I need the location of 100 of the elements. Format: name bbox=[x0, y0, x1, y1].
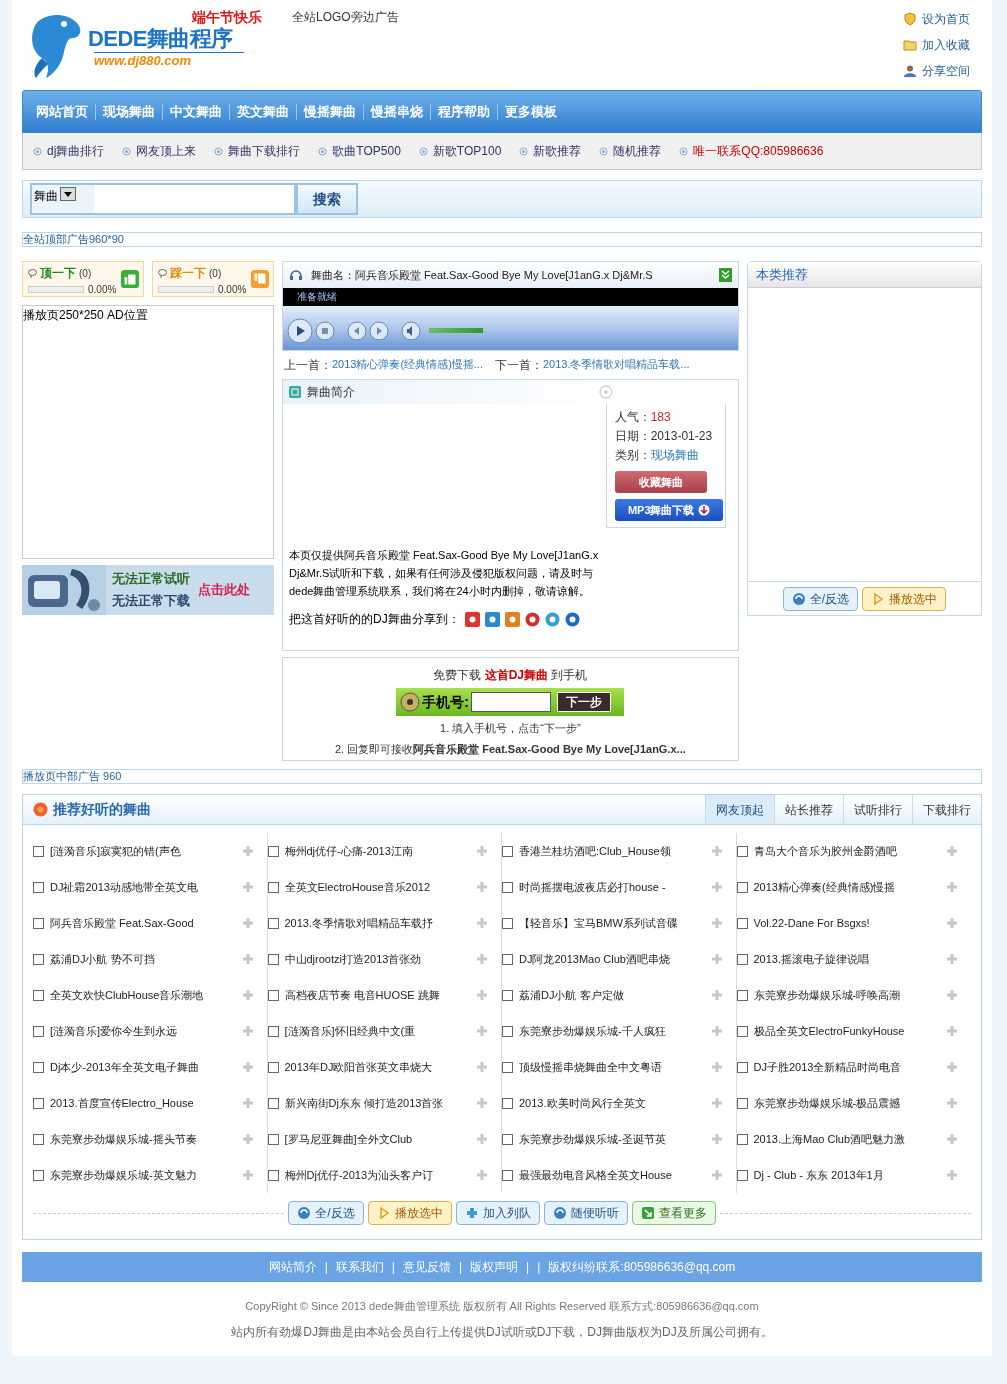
share-icon[interactable] bbox=[544, 611, 560, 627]
checkbox[interactable] bbox=[33, 1061, 44, 1073]
song-link[interactable]: 顶级慢摇串烧舞曲全中文粤语 bbox=[519, 1058, 662, 1076]
share-icon[interactable] bbox=[464, 611, 480, 627]
checkbox[interactable] bbox=[502, 881, 513, 893]
checkbox[interactable] bbox=[33, 881, 44, 893]
category-select[interactable]: 舞曲 bbox=[32, 185, 94, 213]
song-link[interactable]: 全英文欢快ClubHouse音乐潮地 bbox=[50, 986, 204, 1004]
checkbox[interactable] bbox=[502, 1169, 513, 1181]
song-link[interactable]: 新兴南街Dj东东 倾打造2013首张 bbox=[284, 1094, 444, 1112]
song-link[interactable]: 【轻音乐】宝马BMW系列试音碟 bbox=[519, 914, 678, 932]
song-link[interactable]: 阿兵音乐殿堂 Feat.Sax-Good bbox=[50, 914, 194, 932]
checkbox[interactable] bbox=[736, 1061, 748, 1073]
song-link[interactable]: 2013年DJ欧阳首张英文串烧大 bbox=[284, 1058, 433, 1076]
sub-nav-link[interactable]: 舞曲下载排行 bbox=[214, 142, 301, 160]
song-link[interactable]: 香港兰桂坊酒吧:Club_House领 bbox=[519, 842, 671, 860]
checkbox[interactable] bbox=[267, 1025, 279, 1037]
checkbox[interactable] bbox=[736, 1169, 748, 1181]
checkbox[interactable] bbox=[33, 845, 44, 857]
vote-panel[interactable]: 踩一下 (0) 0.00% bbox=[152, 261, 274, 297]
checkbox[interactable] bbox=[33, 917, 44, 929]
share-icon[interactable] bbox=[564, 611, 580, 627]
volume-button-icon[interactable] bbox=[401, 321, 421, 341]
song-link[interactable]: 2013.首度宣传Electro_House bbox=[50, 1094, 194, 1112]
action-button[interactable]: 查看更多 bbox=[631, 1201, 716, 1225]
checkbox[interactable] bbox=[736, 953, 748, 965]
song-link[interactable]: Vol.22-Dane For Bsgxs! bbox=[753, 914, 870, 932]
checkbox[interactable] bbox=[33, 1097, 44, 1109]
sub-nav-link[interactable]: dj舞曲排行 bbox=[33, 142, 105, 160]
song-link[interactable]: 中山djrootzi打造2013首张劲 bbox=[284, 950, 422, 968]
search-field[interactable]: 舞曲 bbox=[30, 183, 296, 215]
checkbox[interactable] bbox=[502, 953, 513, 965]
phone-input[interactable] bbox=[471, 692, 551, 712]
checkbox[interactable] bbox=[502, 845, 513, 857]
action-button[interactable]: 全/反选 bbox=[782, 586, 858, 611]
checkbox[interactable] bbox=[267, 1169, 279, 1181]
song-link[interactable]: 东莞寮步劲爆娱乐城-千人疯狂 bbox=[519, 1022, 666, 1040]
checkbox[interactable] bbox=[267, 989, 279, 1001]
song-link[interactable]: 2013.欧美时尚风行全英文 bbox=[519, 1094, 646, 1112]
song-link[interactable]: 高档夜店节奏 电音HUOSE 跳舞 bbox=[284, 986, 440, 1004]
action-button[interactable]: 播放选中 bbox=[367, 1201, 452, 1225]
header-link[interactable]: 加入收藏 bbox=[903, 36, 970, 54]
next-step-button[interactable]: 下一步 bbox=[557, 692, 611, 712]
share-icon[interactable] bbox=[504, 611, 520, 627]
checkbox[interactable] bbox=[33, 1025, 44, 1037]
checkbox[interactable] bbox=[33, 953, 44, 965]
checkbox[interactable] bbox=[502, 1133, 513, 1145]
song-link[interactable]: 2013.上海Mao Club酒吧魅力激 bbox=[753, 1130, 906, 1148]
action-button[interactable]: 全/反选 bbox=[288, 1201, 364, 1225]
song-link[interactable]: 东莞寮步劲爆娱乐城-摇头节奏 bbox=[50, 1130, 197, 1148]
checkbox[interactable] bbox=[736, 1133, 748, 1145]
next-button-icon[interactable] bbox=[369, 321, 389, 341]
checkbox[interactable] bbox=[736, 1097, 748, 1109]
song-link[interactable]: 2013.摇滚电子旋律说唱 bbox=[753, 950, 870, 968]
checkbox[interactable] bbox=[33, 1133, 44, 1145]
song-link[interactable]: 2013.冬季情歌对唱精品车载... bbox=[542, 356, 690, 374]
song-link[interactable]: 2013精心弹奏(经典情感)慢摇... bbox=[332, 356, 483, 374]
share-icon[interactable] bbox=[524, 611, 540, 627]
sub-nav-link[interactable]: 歌曲TOP500 bbox=[318, 142, 401, 160]
sub-nav-link[interactable]: 随机推荐 bbox=[599, 142, 662, 160]
song-link[interactable]: [涟漪音乐]寂寞犯的错(声色 bbox=[50, 842, 181, 860]
checkbox[interactable] bbox=[267, 917, 279, 929]
song-link[interactable]: 东莞寮步劲爆娱乐城-圣诞节英 bbox=[519, 1130, 666, 1148]
sub-nav-link[interactable]: 新歌推荐 bbox=[519, 142, 582, 160]
checkbox[interactable] bbox=[33, 1169, 44, 1181]
song-link[interactable]: [罗马尼亚舞曲]全外文Club bbox=[284, 1130, 413, 1148]
song-link[interactable]: DJ子胜2013全新精品时尚电音 bbox=[753, 1058, 902, 1076]
play-button-icon[interactable] bbox=[287, 318, 313, 344]
tab[interactable]: 站长推荐 bbox=[774, 795, 843, 824]
action-button[interactable]: 加入列队 bbox=[455, 1201, 540, 1225]
song-link[interactable]: Dj本少-2013年全英文电子舞曲 bbox=[50, 1058, 199, 1076]
song-link[interactable]: 东莞寮步劲爆娱乐城-极品震撼 bbox=[753, 1094, 901, 1112]
vote-panel[interactable]: 顶一下 (0) 0.00% bbox=[22, 261, 144, 297]
info-value[interactable]: 现场舞曲 bbox=[650, 446, 699, 465]
checkbox[interactable] bbox=[502, 1061, 513, 1073]
checkbox[interactable] bbox=[736, 881, 748, 893]
song-link[interactable]: 最强最劲电音风格全英文House bbox=[519, 1166, 672, 1184]
song-link[interactable]: Dj - Club - 东东 2013年1月 bbox=[753, 1166, 884, 1184]
favorite-button[interactable]: 收藏舞曲 bbox=[614, 471, 707, 493]
song-link[interactable]: 时尚摇摆电波夜店必打house - bbox=[519, 878, 666, 896]
checkbox[interactable] bbox=[736, 1025, 748, 1037]
song-link[interactable]: 东莞寮步劲爆娱乐城-英文魅力 bbox=[50, 1166, 197, 1184]
checkbox[interactable] bbox=[267, 881, 279, 893]
song-link[interactable]: 荔浦DJ小航 势不可挡 bbox=[50, 950, 155, 968]
tab[interactable]: 网友顶起 bbox=[705, 795, 774, 824]
song-link[interactable]: 荔浦DJ小航 客户定做 bbox=[519, 986, 624, 1004]
header-link[interactable]: 设为首页 bbox=[903, 10, 970, 28]
search-button[interactable]: 搜索 bbox=[296, 183, 358, 215]
checkbox[interactable] bbox=[267, 1133, 279, 1145]
header-link[interactable]: 分享空间 bbox=[903, 62, 970, 80]
sub-nav-link[interactable]: 网友顶上来 bbox=[122, 142, 197, 160]
song-link[interactable]: 东莞寮步劲爆娱乐城-呼唤高潮 bbox=[753, 986, 901, 1004]
tab[interactable]: 下载排行 bbox=[912, 795, 981, 824]
song-link[interactable]: DJ阿龙2013Mao Club酒吧串烧 bbox=[519, 950, 670, 968]
checkbox[interactable] bbox=[267, 1061, 279, 1073]
sub-nav-link[interactable]: 新歌TOP100 bbox=[418, 142, 502, 160]
checkbox[interactable] bbox=[267, 1097, 279, 1109]
song-link[interactable]: [涟漪音乐]怀旧经典中文(重 bbox=[284, 1022, 416, 1040]
checkbox[interactable] bbox=[267, 953, 279, 965]
song-link[interactable]: 2013.冬季情歌对唱精品车载抒 bbox=[284, 914, 434, 932]
